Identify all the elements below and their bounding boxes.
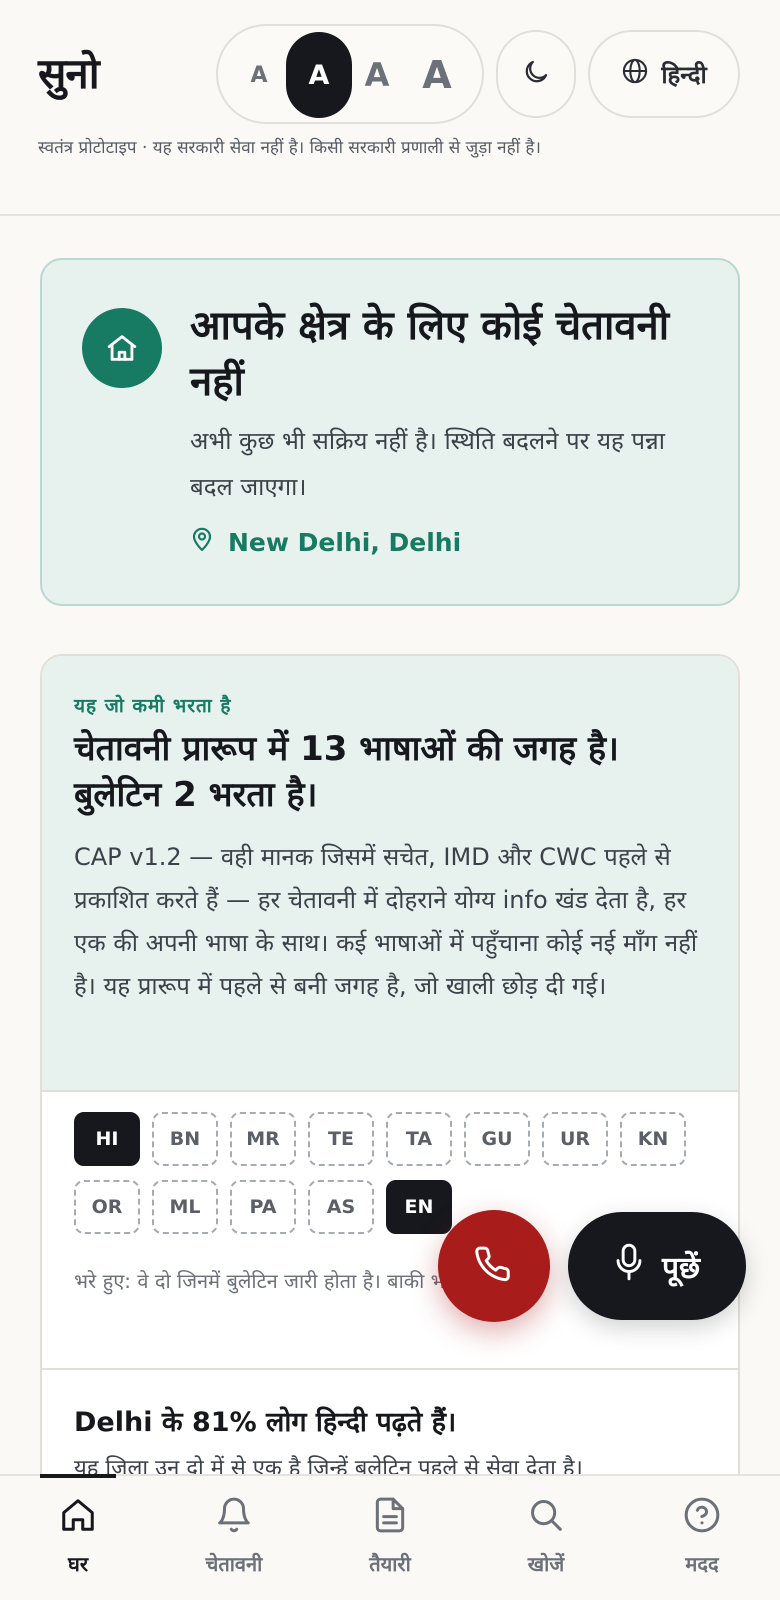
text-size-small-button[interactable]: A: [226, 32, 292, 118]
gap-description: CAP v1.2 — वही मानक जिसमें सचेत, IMD और …: [74, 843, 698, 1000]
language-chip-hi: HI: [74, 1112, 140, 1166]
text-size-control: A A A A: [216, 24, 484, 124]
text-size-medium-button[interactable]: A: [286, 32, 352, 118]
language-chip-bn: BN: [152, 1112, 218, 1166]
location-label: New Delhi, Delhi: [190, 526, 461, 558]
status-description: अभी कुछ भी सक्रिय नहीं है। स्थिति बदलने …: [190, 427, 665, 501]
language-label: हिन्दी: [661, 60, 707, 89]
language-chip-ml: ML: [152, 1180, 218, 1234]
active-tab-indicator: [40, 1474, 116, 1478]
gap-kicker: यह जो कमी भरता है: [74, 695, 232, 717]
nav-preparedness-label: तैयारी: [369, 1552, 411, 1576]
nav-alerts[interactable]: चेतावनी: [164, 1496, 304, 1577]
dark-mode-toggle[interactable]: [496, 30, 576, 118]
globe-icon: [621, 57, 649, 91]
nav-alerts-label: चेतावनी: [205, 1552, 263, 1576]
language-chip-mr: MR: [230, 1112, 296, 1166]
status-title: आपके क्षेत्र के लिए कोई चेतावनी नहीं: [190, 303, 670, 405]
nav-help-label: मदद: [685, 1552, 719, 1576]
language-chip-en: EN: [386, 1180, 452, 1234]
nav-search[interactable]: खोजें: [476, 1496, 616, 1577]
language-chip-kn: KN: [620, 1112, 686, 1166]
moon-icon: [521, 57, 551, 91]
gap-title: चेतावनी प्रारूप में 13 भाषाओं की जगह है।…: [74, 729, 619, 815]
language-chip-ta: TA: [386, 1112, 452, 1166]
language-chip-or: OR: [74, 1180, 140, 1234]
bottom-navigation: घर चेतावनी तैयारी खोजें मदद: [0, 1474, 780, 1600]
section-divider: [42, 1368, 738, 1370]
district-stat-title: Delhi के 81% लोग हिन्दी पढ़ते हैं।: [74, 1407, 457, 1438]
nav-preparedness[interactable]: तैयारी: [320, 1496, 460, 1577]
home-icon: [82, 308, 162, 388]
help-icon: [683, 1496, 721, 1538]
language-chip-te: TE: [308, 1112, 374, 1166]
ask-voice-button[interactable]: पूछें: [568, 1212, 746, 1320]
text-size-xlarge-button[interactable]: A: [404, 32, 470, 118]
alert-status-card: आपके क्षेत्र के लिए कोई चेतावनी नहीं अभी…: [40, 258, 740, 606]
app-header: सुनो A A A A हिन्दी स्वतंत्र प्रोटोटाइप …: [0, 0, 780, 216]
nav-search-label: खोजें: [527, 1552, 565, 1576]
app-logo: सुनो: [38, 49, 100, 98]
map-pin-icon: [190, 526, 214, 558]
document-icon: [371, 1496, 409, 1538]
nav-help[interactable]: मदद: [632, 1496, 772, 1577]
nav-home-label: घर: [68, 1552, 88, 1576]
home-icon: [59, 1496, 97, 1538]
language-chip-ur: UR: [542, 1112, 608, 1166]
mic-icon: [614, 1243, 644, 1289]
language-gap-card: यह जो कमी भरता है चेतावनी प्रारूप में 13…: [40, 654, 740, 1600]
language-chip-pa: PA: [230, 1180, 296, 1234]
emergency-call-button[interactable]: [438, 1210, 550, 1322]
language-chip-gu: GU: [464, 1112, 530, 1166]
text-size-large-button[interactable]: A: [344, 32, 410, 118]
language-selector[interactable]: हिन्दी: [588, 30, 740, 118]
bell-icon: [215, 1496, 253, 1538]
ask-label: पूछें: [661, 1250, 701, 1286]
disclaimer-text: स्वतंत्र प्रोटोटाइप · यह सरकारी सेवा नही…: [38, 138, 541, 158]
location-text: New Delhi, Delhi: [228, 527, 462, 557]
gap-intro-section: यह जो कमी भरता है चेतावनी प्रारूप में 13…: [42, 656, 738, 1092]
language-chip-as: AS: [308, 1180, 374, 1234]
nav-home[interactable]: घर: [8, 1496, 148, 1577]
phone-icon: [475, 1245, 513, 1287]
search-icon: [527, 1496, 565, 1538]
